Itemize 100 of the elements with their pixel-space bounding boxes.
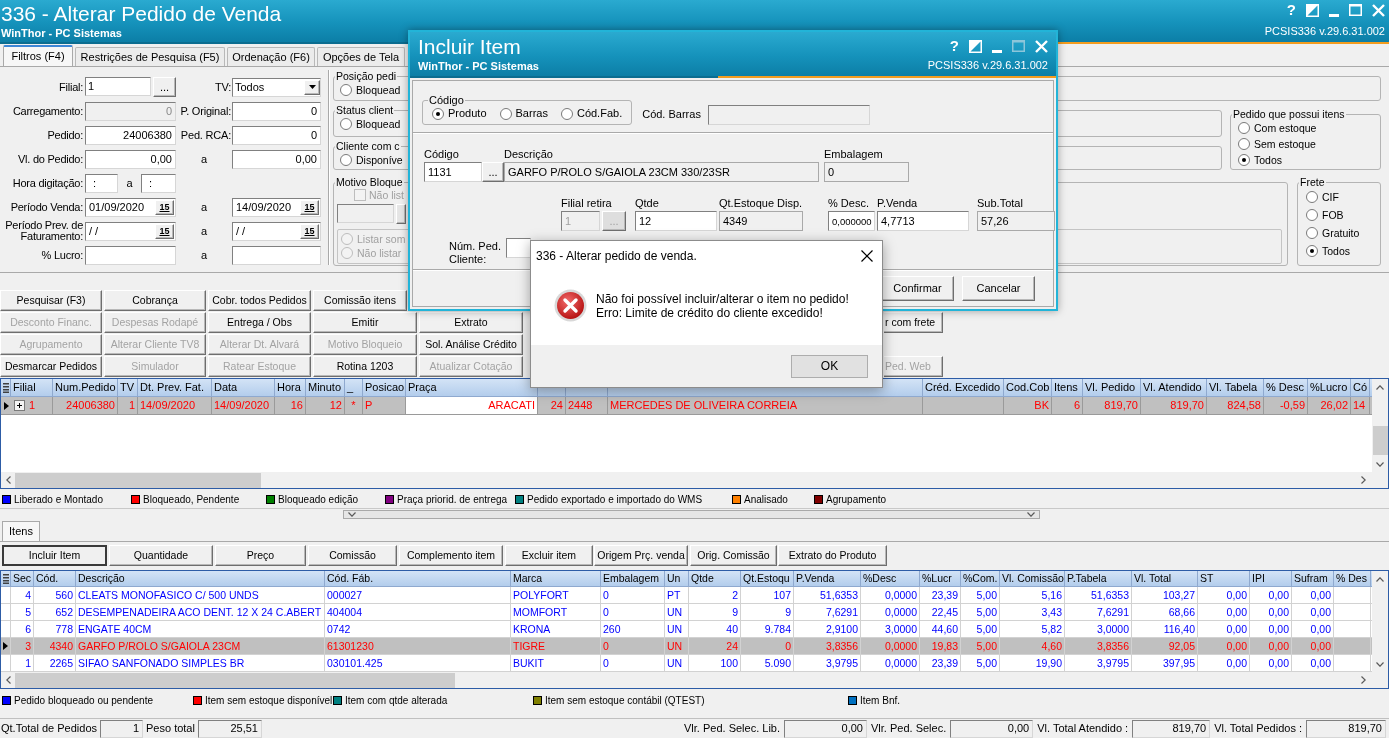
column-header[interactable]: TV [118, 379, 138, 396]
text-field[interactable] [232, 245, 321, 265]
column-header[interactable]: Data [212, 379, 275, 396]
action-button[interactable]: Complemento item [399, 544, 503, 566]
grip-icon[interactable] [2, 382, 9, 393]
tab[interactable]: Opções de Tela [317, 47, 405, 66]
column-header[interactable]: P.Venda [794, 571, 861, 586]
action-button[interactable]: Preço [215, 544, 306, 566]
calendar-button[interactable]: 15 [300, 199, 319, 215]
text-field[interactable]: 1 [85, 77, 151, 96]
chevron-left-icon[interactable] [5, 676, 11, 684]
action-button[interactable]: Entrega / Obs [208, 312, 311, 333]
text-field[interactable]: 4,7713 [877, 211, 969, 231]
tab[interactable]: Restrições de Pesquisa (F5) [75, 47, 225, 66]
column-header[interactable]: Cód. [34, 571, 76, 586]
scrollbar-thumb[interactable] [15, 672, 455, 688]
column-header[interactable]: Descrição [76, 571, 325, 586]
vertical-scrollbar[interactable] [1372, 379, 1388, 472]
lookup-button[interactable]: ... [482, 162, 504, 182]
column-header[interactable]: Num.Pedido [53, 379, 118, 396]
column-header[interactable]: Posicao [363, 379, 406, 396]
text-field[interactable] [506, 238, 531, 258]
text-field[interactable]: 24006380 [85, 125, 176, 145]
chevron-left-icon[interactable] [5, 476, 11, 484]
text-field[interactable]: 0,000000 [828, 211, 875, 231]
text-field[interactable]: 0,00 [232, 149, 321, 169]
tab[interactable]: Ordenação (F6) [227, 47, 315, 66]
column-header[interactable]: Itens [1052, 379, 1083, 396]
action-button[interactable]: Excluir item [505, 544, 593, 566]
column-header[interactable]: Cód. Fáb. [325, 571, 511, 586]
calendar-button[interactable]: 15 [155, 199, 174, 215]
action-button[interactable]: Desmarcar Pedidos [0, 356, 102, 377]
action-button[interactable]: Emitir [313, 312, 417, 333]
column-header[interactable]: ST [1198, 571, 1250, 586]
vertical-scrollbar[interactable] [1372, 571, 1388, 672]
action-button[interactable]: Origem Prç. venda [594, 544, 688, 566]
chevron-up-icon[interactable] [1376, 384, 1384, 390]
chevron-down-icon[interactable] [1376, 461, 1384, 467]
text-field[interactable]: 4349 [719, 211, 803, 231]
column-header[interactable]: %Com. [961, 571, 1000, 586]
radio-button[interactable] [340, 84, 352, 96]
action-button[interactable]: r com frete [884, 312, 943, 333]
text-field[interactable] [85, 245, 176, 265]
date-field[interactable]: / / 15 [232, 221, 321, 241]
action-button[interactable]: Incluir Item [2, 544, 107, 566]
column-header[interactable]: Sec [11, 571, 34, 586]
column-header[interactable]: Cod.Cob [1004, 379, 1052, 396]
action-button[interactable]: Quantidade [109, 544, 213, 566]
text-field[interactable]: 0 [232, 125, 321, 145]
column-header[interactable]: Vl. Total [1132, 571, 1198, 586]
radio-button[interactable] [560, 107, 573, 120]
column-header[interactable]: % Desc [1264, 379, 1308, 396]
time-field[interactable]: : [141, 173, 176, 193]
time-field[interactable]: : [85, 173, 118, 193]
column-header[interactable]: Vl. Comissão [1000, 571, 1065, 586]
expand-icon[interactable] [13, 400, 25, 411]
column-header[interactable]: Filial [11, 379, 53, 396]
column-header[interactable]: Minuto [306, 379, 345, 396]
action-button[interactable]: Extrato do Produto [778, 544, 887, 566]
column-header[interactable]: IPI [1250, 571, 1292, 586]
horizontal-scrollbar[interactable] [1, 672, 1388, 688]
calendar-button[interactable]: 15 [300, 223, 319, 239]
dialog-button[interactable]: Cancelar [962, 275, 1035, 301]
chevron-up-icon[interactable] [1376, 576, 1384, 582]
chevron-down-icon[interactable] [1376, 661, 1384, 667]
table-row[interactable]: 6 778 ENGATE 40CM 0742 KRONA 260 UN 40 9.784 2,9100 3,0000 44,60 5,00 5,82 3,0000 116,40 0,00 0,00 0,00 [1, 621, 1372, 638]
close-icon[interactable] [861, 250, 873, 262]
action-button[interactable]: Comissão itens [313, 290, 407, 311]
table-row[interactable]: 4 560 CLEATS MONOFASICO C/ 500 UNDS 000027 POLYFORT 0 PT 2 107 51,6353 0,0000 23,39 5,00 5,16 51,6353 103,27 0,00 0,00 0,00 [1, 587, 1372, 604]
radio-button[interactable] [1238, 122, 1250, 134]
table-row[interactable]: 1 24006380 1 14/09/2020 14/09/2020 16 12 * P ARACATI 24 2448 MERCEDES DE OLIVEIRA CORREIA BK 6 819,70 819,70 824,58 -0,59 26,02 14 [1, 397, 1372, 415]
column-header[interactable]: Vl. Atendido [1141, 379, 1207, 396]
tab[interactable]: Itens [2, 521, 40, 541]
date-field[interactable]: 14/09/2020 15 [232, 197, 321, 217]
radio-button[interactable] [1306, 191, 1318, 203]
column-header[interactable]: Dt. Prev. Fat. [138, 379, 212, 396]
column-header[interactable]: Sufram [1292, 571, 1334, 586]
scrollbar-thumb[interactable] [1372, 426, 1388, 455]
column-header[interactable]: % Des [1334, 571, 1371, 586]
radio-button[interactable] [1238, 138, 1250, 150]
action-button[interactable]: Rotina 1203 [313, 356, 417, 377]
column-header[interactable]: Vl. Pedido [1083, 379, 1141, 396]
calendar-button[interactable]: 15 [155, 223, 174, 239]
ok-button[interactable]: OK [791, 354, 868, 378]
chevron-right-icon[interactable] [1360, 676, 1366, 684]
column-header[interactable]: Qt.Estoqu [741, 571, 794, 586]
grip-icon[interactable] [2, 573, 9, 584]
radio-button[interactable] [1306, 245, 1318, 257]
radio-button[interactable] [1306, 209, 1318, 221]
chevron-right-icon[interactable] [1360, 476, 1366, 484]
column-header[interactable]: Embalagem [601, 571, 665, 586]
column-header[interactable]: P.Tabela [1065, 571, 1132, 586]
chevron-down-icon[interactable] [348, 512, 356, 517]
radio-button[interactable] [432, 107, 444, 120]
radio-button[interactable] [1306, 227, 1318, 239]
text-field[interactable]: 1131 [424, 162, 482, 182]
radio-button[interactable] [340, 118, 352, 130]
lookup-button[interactable] [396, 204, 406, 224]
column-header[interactable]: %Desc [861, 571, 920, 586]
lookup-button[interactable]: ... [153, 77, 176, 97]
